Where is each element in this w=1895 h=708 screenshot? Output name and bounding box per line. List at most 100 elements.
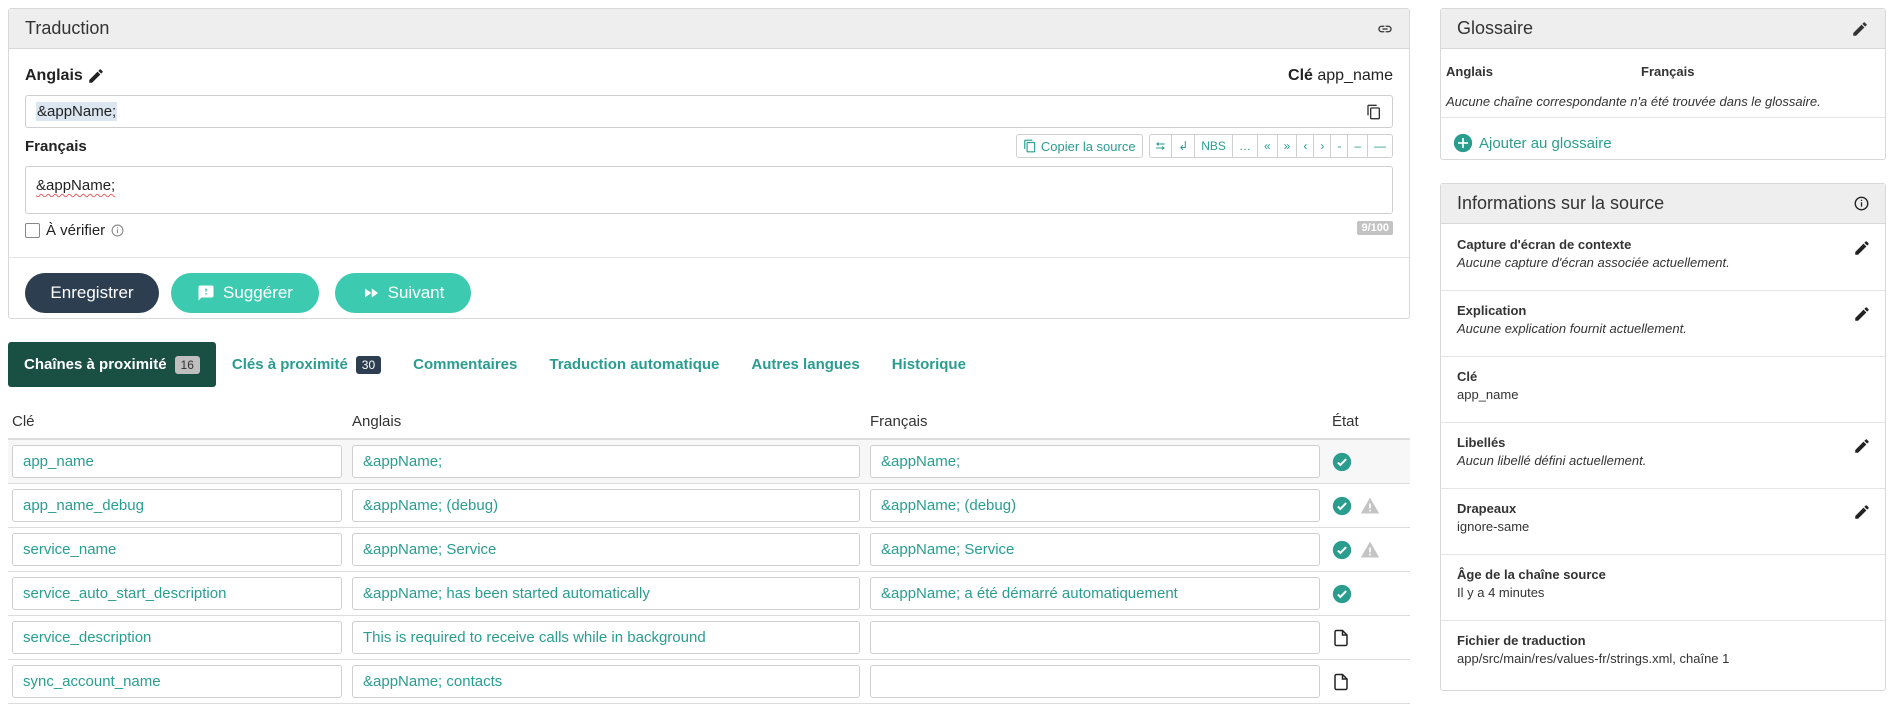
tab-nearby-strings[interactable]: Chaînes à proximité 16 [8,342,216,387]
source-language-label: Anglais [25,67,83,84]
key-cell[interactable]: app_name [12,445,342,478]
state-cell [1326,496,1410,516]
pencil-icon[interactable] [1853,437,1871,455]
save-button[interactable]: Enregistrer [25,273,159,313]
table-row: app_name &appName; &appName; [8,440,1410,484]
french-cell[interactable] [870,665,1320,698]
translation-title: Traduction [25,18,110,38]
state-cell [1326,584,1410,604]
target-language-label: Français [25,137,87,155]
pencil-icon[interactable] [1851,20,1869,38]
column-header: Français [870,412,928,430]
check-icon [1332,540,1352,560]
state-cell [1326,672,1410,692]
tab-other-languages[interactable]: Autres langues [735,342,875,387]
copy-icon[interactable] [1366,104,1382,120]
char-button[interactable]: « [1258,135,1278,157]
translation-textarea[interactable]: &appName; [25,166,1393,214]
char-button[interactable]: ⮀ [1150,135,1173,157]
char-button[interactable]: ‹ [1297,135,1315,157]
tab-comments[interactable]: Commentaires [397,342,533,387]
char-button[interactable]: - [1331,135,1349,157]
source-info-item-title: Libellés [1457,435,1506,450]
state-cell [1326,452,1410,472]
source-info-item-title: Clé [1457,369,1478,384]
french-cell[interactable]: &appName; a été démarré automatiquement [870,577,1320,610]
verify-checkbox[interactable] [25,223,40,238]
char-button[interactable]: » [1278,135,1298,157]
plus-circle-icon [1453,133,1473,153]
key-cell[interactable]: service_name [12,533,342,566]
source-info-item: Explication Aucune explication fournit ac… [1441,291,1885,357]
key-cell[interactable]: service_auto_start_description [12,577,342,610]
source-info-item: Clé app_name [1441,357,1885,423]
copy-source-label: Copier la source [1040,138,1136,154]
pencil-icon[interactable] [1853,239,1871,257]
link-icon[interactable] [1377,21,1393,37]
key-cell[interactable]: service_description [12,621,342,654]
next-label: Suivant [387,283,445,302]
warning-icon [1360,540,1380,560]
french-cell-text: &appName; Service [881,541,1015,558]
pencil-icon[interactable] [1853,503,1871,521]
source-info-item-title: Explication [1457,303,1527,318]
english-cell[interactable]: &appName; contacts [352,665,860,698]
pencil-icon[interactable] [87,67,105,85]
source-info-item-value: Aucun libellé défini actuellement. [1457,453,1647,468]
tab-nearby-keys[interactable]: Clés à proximité 30 [216,342,397,387]
key-label: Clé [1288,67,1313,84]
check-icon [1332,496,1352,516]
source-text-box[interactable]: &appName; [25,95,1393,128]
source-text: &appName; [36,102,118,121]
warning-icon [1360,496,1380,516]
check-icon [1332,584,1352,604]
char-button[interactable]: … [1233,135,1258,157]
char-button[interactable]: NBS [1195,135,1233,157]
suggest-label: Suggérer [223,283,293,302]
source-info-header: Informations sur la source [1441,184,1885,224]
french-cell[interactable]: &appName; [870,445,1320,478]
english-cell[interactable]: &appName; (debug) [352,489,860,522]
char-button[interactable]: › [1314,135,1332,157]
next-button[interactable]: Suivant [335,273,471,313]
french-cell[interactable]: &appName; Service [870,533,1320,566]
english-cell[interactable]: &appName; Service [352,533,860,566]
copy-source-button[interactable]: Copier la source [1015,134,1143,158]
char-button[interactable]: ↲ [1172,135,1196,157]
french-cell[interactable] [870,621,1320,654]
info-icon[interactable] [111,224,124,237]
french-cell[interactable]: &appName; (debug) [870,489,1320,522]
french-cell-text: &appName; (debug) [881,497,1017,514]
key-cell[interactable]: sync_account_name [12,665,342,698]
suggest-icon [197,284,215,302]
tab-machine-translation[interactable]: Traduction automatique [533,342,735,387]
tab-history[interactable]: Historique [876,342,982,387]
english-cell[interactable]: This is required to receive calls while … [352,621,860,654]
key-cell-text: service_description [23,629,152,646]
glossary-col-en: Anglais [1446,64,1493,79]
char-button[interactable]: — [1368,135,1392,157]
source-info-item: Libellés Aucun libellé défini actuellemen… [1441,423,1885,489]
glossary-title: Glossaire [1457,18,1534,38]
source-info-item: Capture d'écran de contexte Aucune captur… [1441,225,1885,291]
source-info-item-title: Drapeaux [1457,501,1517,516]
pencil-icon[interactable] [1853,305,1871,323]
source-info-item-value: Aucune explication fournit actuellement. [1457,321,1687,336]
info-icon[interactable] [1854,196,1869,211]
suggest-button[interactable]: Suggérer [171,273,319,313]
check-icon [1332,452,1352,472]
translation-panel-header: Traduction [9,9,1409,49]
english-cell[interactable]: &appName; has been started automatically [352,577,860,610]
key-cell[interactable]: app_name_debug [12,489,342,522]
add-to-glossary-button[interactable]: Ajouter au glossaire [1453,133,1612,153]
verify-label: À vérifier [46,222,106,239]
glossary-header: Glossaire [1441,9,1885,49]
char-button[interactable]: – [1348,135,1368,157]
state-cell [1326,540,1410,560]
copy-source-icon [1023,139,1037,153]
state-cell [1326,628,1410,648]
english-cell[interactable]: &appName; [352,445,860,478]
key-cell-text: sync_account_name [23,673,161,690]
tab-label: Chaînes à proximité [24,356,167,373]
tab-label: Commentaires [413,356,518,373]
